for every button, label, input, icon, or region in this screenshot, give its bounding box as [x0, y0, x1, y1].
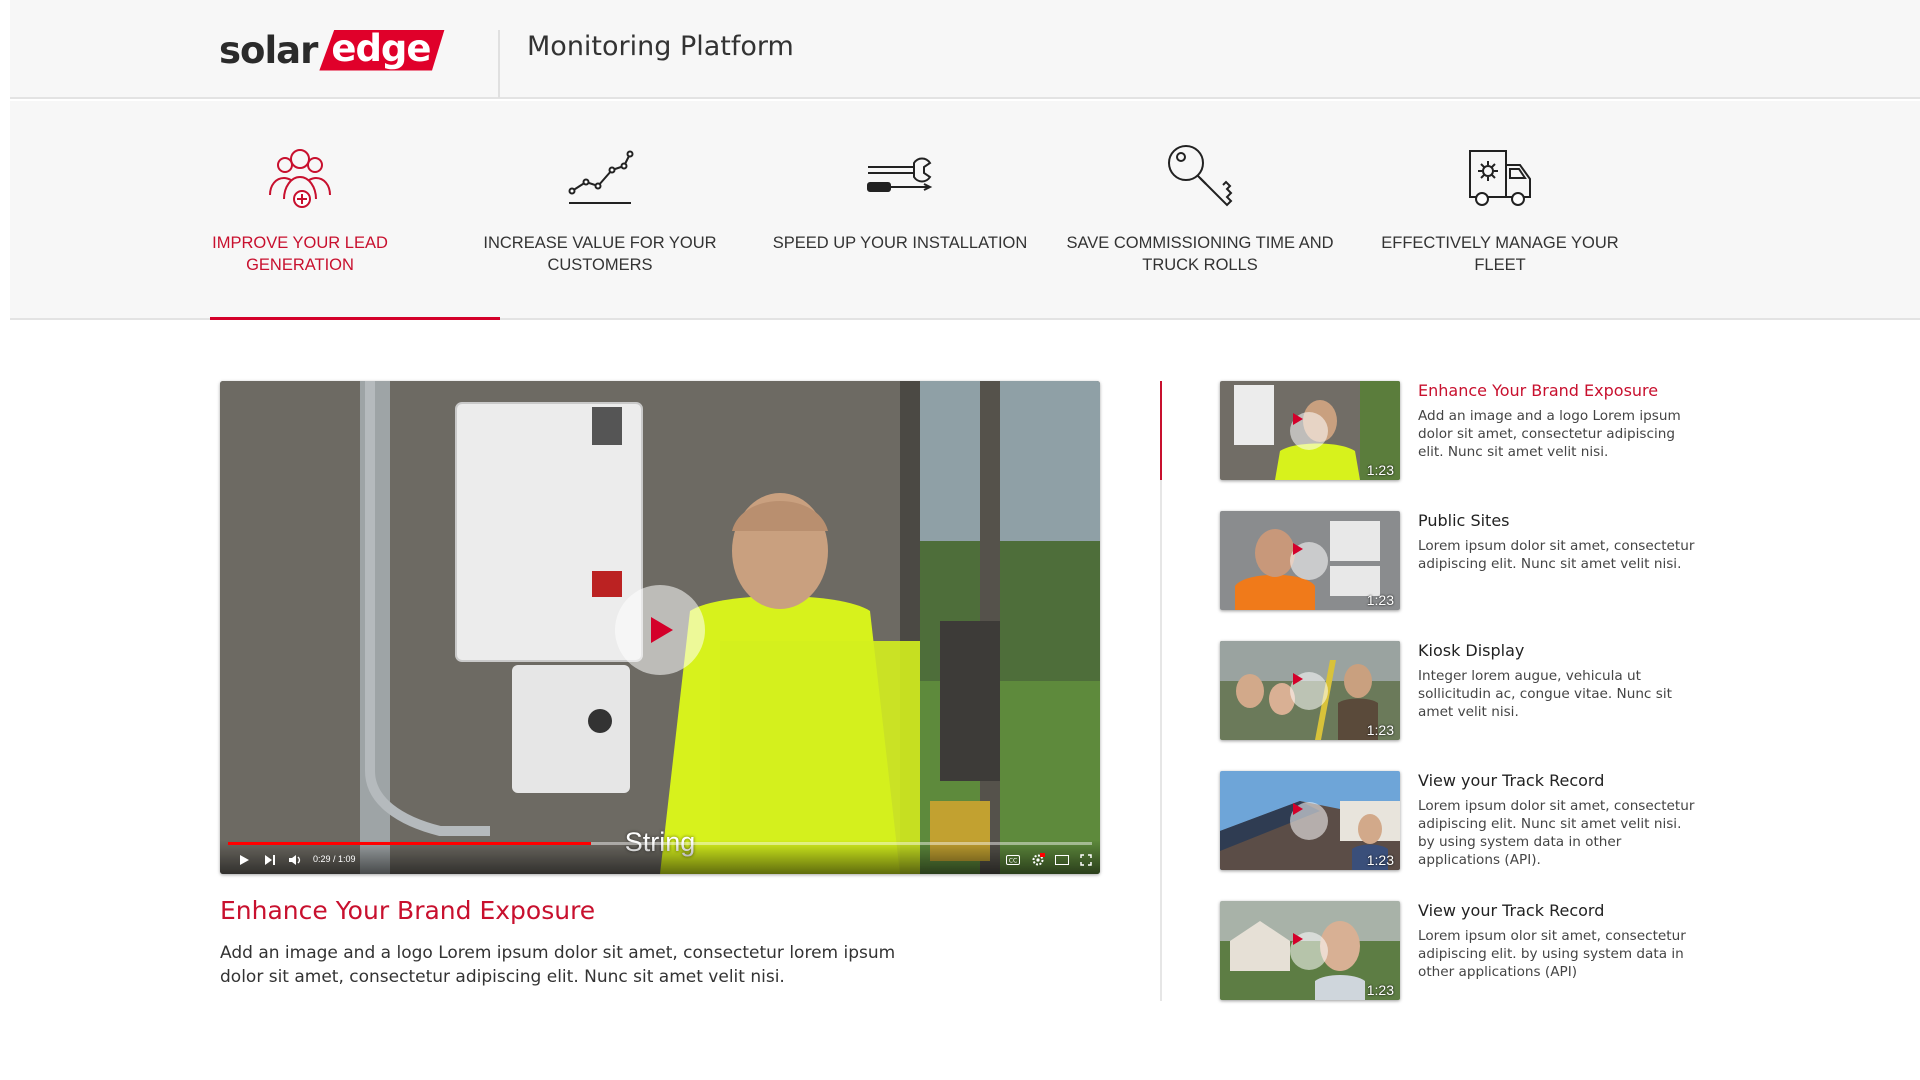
playlist-item-title: Enhance Your Brand Exposure [1418, 381, 1659, 400]
play-icon [1293, 673, 1303, 685]
tab-manage-fleet[interactable]: EFFECTIVELY MANAGE YOUR FLEET [1360, 141, 1640, 276]
thumbnail-play-button [1290, 932, 1328, 970]
tab-label: SAVE COMMISSIONING TIME AND TRUCK ROLLS [1066, 234, 1334, 274]
video-thumbnail: 1:23 [1220, 901, 1400, 1000]
line-chart-icon [568, 150, 634, 204]
playlist-item[interactable]: 1:23 View your Track Record Lorem ipsum … [1220, 901, 1700, 1001]
tab-increase-value[interactable]: INCREASE VALUE FOR YOUR CUSTOMERS [460, 141, 740, 276]
settings-button[interactable] [1030, 853, 1046, 867]
gear-icon [1032, 853, 1045, 866]
tab-label: SPEED UP YOUR INSTALLATION [772, 234, 1028, 252]
playlist-item-title: Public Sites [1418, 511, 1510, 530]
tab-label: EFFECTIVELY MANAGE YOUR FLEET [1381, 234, 1619, 274]
theater-mode-button[interactable] [1054, 853, 1070, 867]
playlist-item[interactable]: 1:23 Public Sites Lorem ipsum dolor sit … [1220, 511, 1700, 611]
play-icon [1293, 933, 1303, 945]
video-progress-bar[interactable] [228, 842, 1092, 845]
page-title: Monitoring Platform [527, 31, 794, 62]
playlist-item-description: Add an image and a logo Lorem ipsum dolo… [1418, 408, 1681, 460]
captions-button[interactable]: CC [1005, 853, 1021, 867]
playlist-item-description: Lorem ipsum olor sit amet, consectetur a… [1418, 928, 1686, 980]
main-video-player[interactable]: String 0:29 / 1:09 CC [220, 381, 1100, 874]
play-icon [1293, 413, 1303, 425]
tab-save-commissioning[interactable]: SAVE COMMISSIONING TIME AND TRUCK ROLLS [1060, 141, 1340, 276]
tab-improve-lead-generation[interactable]: IMPROVE YOUR LEAD GENERATION [160, 141, 440, 276]
thumbnail-play-button [1290, 672, 1328, 710]
play-pause-button[interactable] [236, 853, 252, 867]
video-thumbnail: 1:23 [1220, 381, 1400, 480]
tab-label: IMPROVE YOUR LEAD GENERATION [212, 234, 388, 274]
tools-icon [867, 157, 933, 192]
tab-label: INCREASE VALUE FOR YOUR CUSTOMERS [483, 234, 717, 274]
play-icon [651, 617, 673, 643]
active-tab-indicator [210, 317, 500, 320]
video-controls: 0:29 / 1:09 CC [220, 840, 1100, 874]
video-time: 0:29 / 1:09 [313, 854, 356, 864]
playlist-item-title: View your Track Record [1418, 771, 1605, 790]
logo-edge-badge: edge [319, 26, 445, 71]
video-duration: 1:23 [1366, 462, 1394, 478]
svg-text:CC: CC [1009, 858, 1017, 865]
video-thumbnail: 1:23 [1220, 771, 1400, 870]
video-duration: 1:23 [1366, 722, 1394, 738]
video-thumbnail: 1:23 [1220, 641, 1400, 740]
feature-tab-bar: IMPROVE YOUR LEAD GENERATION INCREASE VA… [10, 101, 1920, 320]
header-divider [498, 30, 500, 98]
volume-button[interactable] [287, 853, 303, 867]
play-icon [1293, 543, 1303, 555]
key-icon [1168, 145, 1233, 207]
video-duration: 1:23 [1366, 982, 1394, 998]
volume-icon [289, 855, 301, 865]
skip-next-icon [265, 855, 275, 865]
playlist-item-description: Lorem ipsum dolor sit amet, consectetur … [1418, 798, 1695, 868]
fullscreen-button[interactable] [1078, 853, 1094, 867]
video-duration: 1:23 [1366, 852, 1394, 868]
playlist-item-description: Integer lorem augue, vehicula ut sollici… [1418, 668, 1672, 720]
logo-text-edge: edge [331, 26, 431, 70]
playlist-item[interactable]: 1:23 View your Track Record Lorem ipsum … [1220, 771, 1700, 871]
video-thumbnail: 1:23 [1220, 511, 1400, 610]
video-description: Add an image and a logo Lorem ipsum dolo… [220, 943, 896, 987]
thumbnail-play-button [1290, 542, 1328, 580]
playlist-item[interactable]: 1:23 Kiosk Display Integer lorem augue, … [1220, 641, 1700, 741]
video-progress-fill [228, 842, 591, 845]
theater-mode-icon [1055, 855, 1069, 865]
fullscreen-icon [1080, 854, 1092, 866]
thumbnail-play-button [1290, 802, 1328, 840]
playlist-item-title: View your Track Record [1418, 901, 1605, 920]
thumbnail-play-button [1290, 412, 1328, 450]
video-title: Enhance Your Brand Exposure [220, 896, 596, 925]
play-icon [240, 855, 249, 865]
next-button[interactable] [262, 853, 278, 867]
users-plus-icon [269, 149, 331, 208]
playlist-item-title: Kiosk Display [1418, 641, 1525, 660]
tab-speed-up-installation[interactable]: SPEED UP YOUR INSTALLATION [760, 141, 1040, 254]
video-duration: 1:23 [1366, 592, 1394, 608]
playlist-item-description: Lorem ipsum dolor sit amet, consectetur … [1418, 538, 1695, 572]
solaredge-logo[interactable]: solar edge [219, 28, 445, 72]
playlist-active-indicator [1160, 381, 1162, 480]
closed-captions-icon: CC [1006, 855, 1020, 865]
truck-icon [1469, 150, 1531, 206]
play-icon [1293, 803, 1303, 815]
video-play-button[interactable] [615, 585, 705, 675]
playlist-item[interactable]: 1:23 Enhance Your Brand Exposure Add an … [1220, 381, 1700, 481]
top-header: solar edge Monitoring Platform [10, 0, 1920, 99]
logo-text-solar: solar [219, 28, 318, 72]
